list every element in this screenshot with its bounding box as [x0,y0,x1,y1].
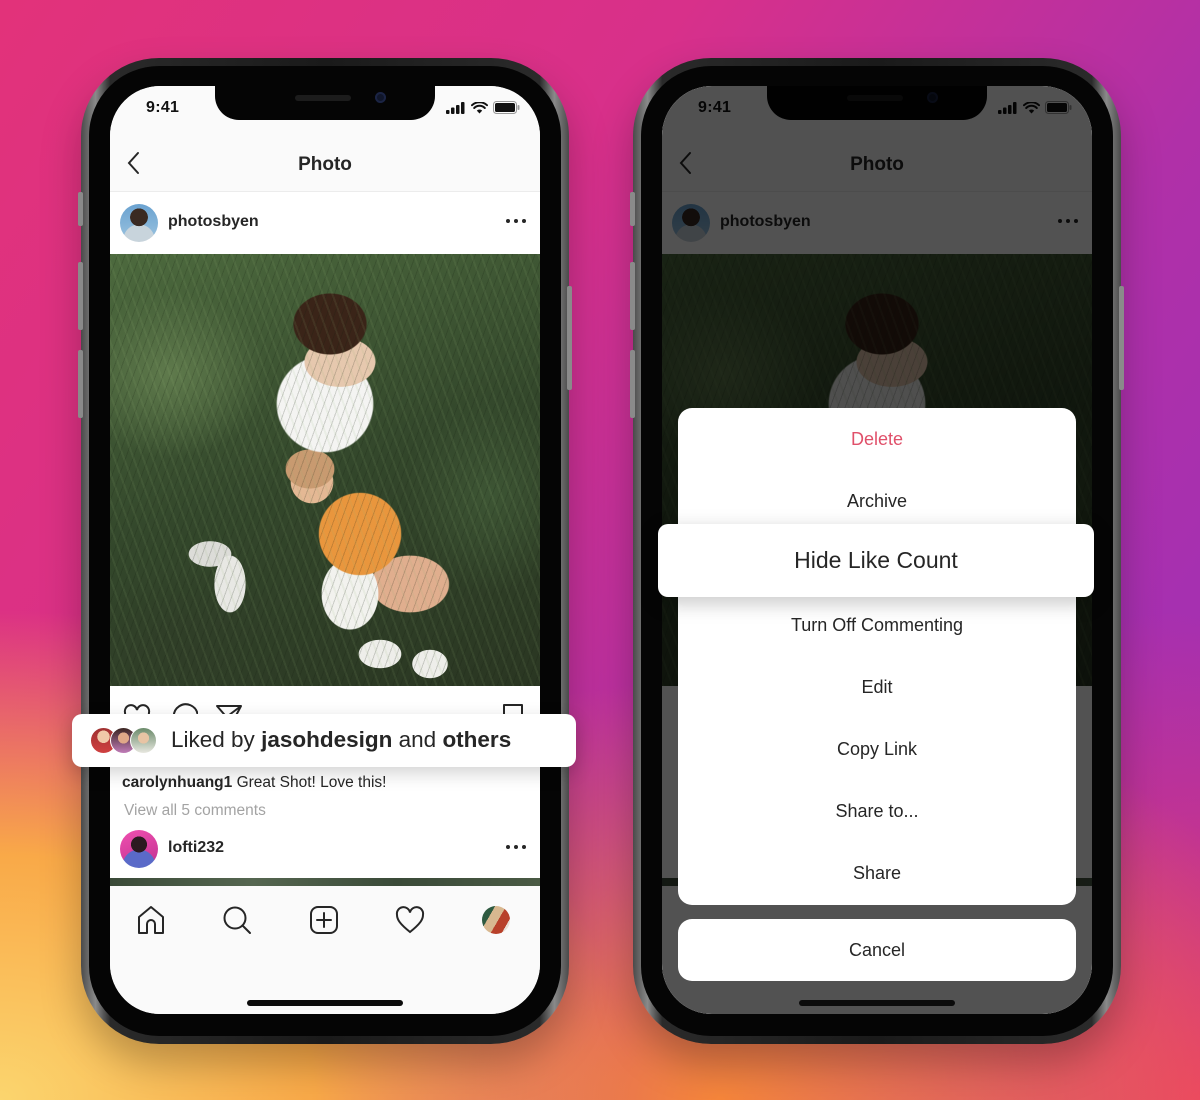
post-photo[interactable] [110,254,540,686]
battery-icon [493,101,520,114]
post-header: photosbyen [110,192,540,254]
action-turn-off-commenting[interactable]: Turn Off Commenting [678,594,1076,656]
volume-up-button [630,262,635,330]
action-share[interactable]: Share [678,842,1076,904]
cancel-sheet: Cancel [678,919,1076,981]
next-post-header: lofti232 [110,822,540,878]
comment-username[interactable]: carolynhuang1 [122,774,232,791]
home-indicator [247,1000,403,1006]
new-post-icon[interactable] [308,904,340,936]
liked-by-others-link[interactable]: others [442,727,511,752]
liked-by-avatars [90,727,162,754]
search-icon[interactable] [221,904,253,936]
mute-switch [78,192,83,226]
power-button [1119,286,1124,390]
comment-text: Great Shot! Love this! [236,774,387,791]
screen-post-view: 9:41 Photo photosbyen photosbyen Spr [110,86,540,1014]
activity-heart-icon[interactable] [394,904,426,936]
power-button [567,286,572,390]
post-username[interactable]: photosbyen [168,213,259,231]
home-icon[interactable] [135,904,167,936]
cancel-button[interactable]: Cancel [678,919,1076,981]
liked-by-text: Liked by jasohdesign and others [171,727,511,753]
navigation-bar: Photo [110,136,540,192]
action-hide-like-count[interactable]: Hide Like Count [658,524,1094,597]
avatar[interactable] [120,830,158,868]
action-sheet: Delete Archive Turn Off Commenting Edit … [678,408,1076,905]
wifi-icon [471,101,488,113]
volume-down-button [78,350,83,418]
liked-by-prefix: Liked by [171,727,255,752]
action-edit[interactable]: Edit [678,656,1076,718]
ellipsis-icon[interactable] [506,219,526,225]
action-copy-link[interactable]: Copy Link [678,718,1076,780]
liked-by-callout[interactable]: Liked by jasohdesign and others [72,714,576,767]
avatar[interactable] [120,204,158,242]
notch [215,86,435,120]
volume-down-button [630,350,635,418]
liked-by-joiner: and [398,727,437,752]
volume-up-button [78,262,83,330]
next-post-photo [110,878,540,886]
tab-bar [110,886,540,1014]
action-archive[interactable]: Archive [678,470,1076,532]
action-delete[interactable]: Delete [678,408,1076,470]
avatar [130,727,157,754]
next-post-username[interactable]: lofti232 [168,839,224,857]
status-time: 9:41 [146,99,180,116]
home-indicator [799,1000,955,1006]
mute-switch [630,192,635,226]
liked-by-user-link[interactable]: jasohdesign [261,727,392,752]
post-comment: carolynhuang1 Great Shot! Love this! [122,774,386,792]
page-title: Photo [298,154,352,175]
view-all-comments-link[interactable]: View all 5 comments [124,802,266,820]
action-share-to[interactable]: Share to... [678,780,1076,842]
profile-avatar[interactable] [482,906,510,934]
phone-left: 9:41 Photo photosbyen photosbyen Spr [78,58,572,1044]
cellular-signal-icon [446,101,465,114]
ellipsis-icon[interactable] [506,845,526,851]
